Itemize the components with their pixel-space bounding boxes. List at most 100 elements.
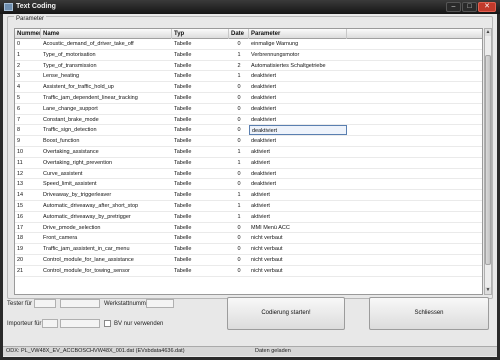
cell-name[interactable]: Lense_heating (41, 71, 172, 81)
cell-date[interactable]: 0 (229, 125, 249, 135)
cell-nummer[interactable]: 5 (15, 93, 41, 103)
cell-parameter[interactable]: deaktiviert (249, 115, 347, 125)
column-header-parameter[interactable]: Parameter (249, 29, 347, 39)
table-row[interactable]: 10 Overtaking_assistance Tabelle 1 aktiviert (15, 147, 482, 158)
importeur-field[interactable] (42, 319, 58, 328)
cell-parameter[interactable]: Automatisiertes Schaltgetriebe (249, 61, 347, 71)
cell-typ[interactable]: Tabelle (172, 82, 229, 92)
cell-name[interactable]: Constant_brake_mode (41, 115, 172, 125)
cell-typ[interactable]: Tabelle (172, 147, 229, 157)
cell-typ[interactable]: Tabelle (172, 50, 229, 60)
cell-date[interactable]: 1 (229, 147, 249, 157)
table-row[interactable]: 18 Front_camera Tabelle 0 nicht verbaut (15, 233, 482, 245)
cell-date[interactable]: 0 (229, 233, 249, 243)
scrollbar-thumb[interactable] (485, 55, 491, 265)
cell-date[interactable]: 0 (229, 136, 249, 146)
table-row[interactable]: 3 Lense_heating Tabelle 1 deaktiviert (15, 71, 482, 83)
minimize-button[interactable]: – (446, 2, 461, 12)
cell-name[interactable]: Automatic_driveaway_after_short_stop (41, 201, 172, 211)
cell-nummer[interactable]: 10 (15, 147, 41, 157)
cell-nummer[interactable]: 18 (15, 233, 41, 243)
cell-nummer[interactable]: 4 (15, 82, 41, 92)
cell-name[interactable]: Boost_function (41, 136, 172, 146)
cell-nummer[interactable]: 15 (15, 201, 41, 211)
cell-name[interactable]: Overtaking_right_prevention (41, 158, 172, 168)
cell-nummer[interactable]: 19 (15, 244, 41, 254)
cell-parameter[interactable]: deaktiviert (249, 104, 347, 114)
cell-name[interactable]: Traffic_jam_assistent_in_car_menu (41, 244, 172, 254)
cell-date[interactable]: 0 (229, 223, 249, 233)
cell-parameter[interactable]: nicht verbaut (249, 266, 347, 276)
cell-parameter[interactable]: Verbrennungsmotor (249, 50, 347, 60)
cell-typ[interactable]: Tabelle (172, 136, 229, 146)
cell-date[interactable]: 0 (229, 169, 249, 179)
column-header-name[interactable]: Name (41, 29, 172, 39)
cell-parameter[interactable]: aktiviert (249, 147, 347, 157)
cell-date[interactable]: 0 (229, 179, 249, 189)
cell-parameter[interactable]: aktiviert (249, 201, 347, 211)
cell-nummer[interactable]: 7 (15, 115, 41, 125)
bv-checkbox[interactable] (104, 320, 111, 327)
column-header-date[interactable]: Date (229, 29, 249, 39)
cell-parameter[interactable]: MMI Menü ACC (249, 223, 347, 233)
cell-parameter[interactable]: einmalige Warnung (249, 39, 347, 49)
cell-nummer[interactable]: 21 (15, 266, 41, 276)
table-row[interactable]: 1 Type_of_motorisation Tabelle 1 Verbrennung… (15, 50, 482, 61)
scroll-up-arrow-icon[interactable]: ▲ (485, 29, 491, 36)
cell-typ[interactable]: Tabelle (172, 61, 229, 71)
cell-typ[interactable]: Tabelle (172, 223, 229, 233)
maximize-button[interactable]: □ (462, 2, 477, 12)
cell-name[interactable]: Drive_pmode_selection (41, 223, 172, 233)
close-button[interactable]: Schliessen (369, 297, 489, 330)
cell-parameter[interactable]: aktiviert (249, 190, 347, 200)
cell-parameter[interactable]: aktiviert (249, 212, 347, 222)
cell-nummer[interactable]: 13 (15, 179, 41, 189)
werkstatt-field[interactable] (146, 299, 174, 308)
cell-nummer[interactable]: 14 (15, 190, 41, 200)
cell-date[interactable]: 2 (229, 61, 249, 71)
table-row[interactable]: 20 Control_module_for_lane_assistance Tabe… (15, 255, 482, 266)
cell-name[interactable]: Curve_assistent (41, 169, 172, 179)
cell-parameter[interactable]: nicht verbaut (249, 233, 347, 243)
table-row[interactable]: 9 Boost_function Tabelle 0 deaktiviert (15, 136, 482, 147)
cell-nummer[interactable]: 20 (15, 255, 41, 265)
cell-typ[interactable]: Tabelle (172, 169, 229, 179)
table-row[interactable]: 6 Lane_change_support Tabelle 0 deaktiviert (15, 104, 482, 115)
cell-parameter[interactable]: deaktiviert (249, 71, 347, 81)
cell-nummer[interactable]: 12 (15, 169, 41, 179)
tester-value-field[interactable] (60, 299, 100, 308)
close-window-button[interactable]: ✕ (478, 2, 496, 12)
cell-name[interactable]: Traffic_jam_dependent_linear_tracking (41, 93, 172, 103)
table-row[interactable]: 8 Traffic_sign_detection Tabelle 0 deaktivie… (15, 125, 482, 137)
cell-typ[interactable]: Tabelle (172, 71, 229, 81)
cell-date[interactable]: 1 (229, 201, 249, 211)
cell-parameter[interactable]: deaktiviert (249, 179, 347, 189)
table-row[interactable]: 16 Automatic_driveaway_by_pretrigger Tabel… (15, 212, 482, 223)
cell-parameter[interactable]: deaktiviert (249, 125, 347, 136)
cell-parameter[interactable]: nicht verbaut (249, 255, 347, 265)
cell-nummer[interactable]: 9 (15, 136, 41, 146)
table-row[interactable]: 14 Driveaway_by_triggerleaver Tabelle 1 akti… (15, 190, 482, 201)
cell-name[interactable]: Type_of_motorisation (41, 50, 172, 60)
importeur-value-field[interactable] (60, 319, 100, 328)
table-row[interactable]: 11 Overtaking_right_prevention Tabelle 1 akt… (15, 158, 482, 169)
cell-name[interactable]: Lane_change_support (41, 104, 172, 114)
cell-parameter[interactable]: deaktiviert (249, 169, 347, 179)
column-header-typ[interactable]: Typ (172, 29, 229, 39)
cell-typ[interactable]: Tabelle (172, 255, 229, 265)
cell-date[interactable]: 0 (229, 104, 249, 114)
cell-typ[interactable]: Tabelle (172, 104, 229, 114)
cell-parameter[interactable]: nicht verbaut (249, 244, 347, 254)
cell-date[interactable]: 1 (229, 212, 249, 222)
table-row[interactable]: 15 Automatic_driveaway_after_short_stop Ta… (15, 201, 482, 212)
table-row[interactable]: 7 Constant_brake_mode Tabelle 0 deaktiviert (15, 115, 482, 126)
cell-typ[interactable]: Tabelle (172, 233, 229, 243)
cell-date[interactable]: 0 (229, 115, 249, 125)
cell-parameter[interactable]: deaktiviert (249, 136, 347, 146)
cell-typ[interactable]: Tabelle (172, 266, 229, 276)
cell-date[interactable]: 0 (229, 255, 249, 265)
cell-name[interactable]: Speed_limit_assistent (41, 179, 172, 189)
cell-typ[interactable]: Tabelle (172, 158, 229, 168)
cell-nummer[interactable]: 11 (15, 158, 41, 168)
cell-date[interactable]: 0 (229, 93, 249, 103)
